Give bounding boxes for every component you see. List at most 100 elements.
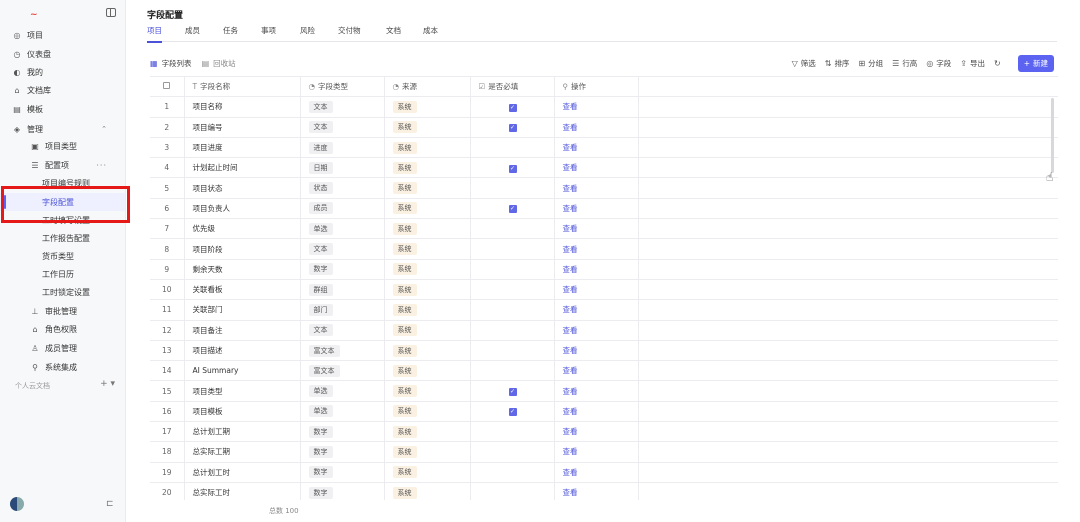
table-row[interactable]: 4 计划起止时间 日期 系统 ✓ 查看: [150, 157, 1058, 179]
personal-docs-add-button[interactable]: + ▾: [100, 379, 115, 389]
tab-item[interactable]: 成本: [423, 25, 438, 42]
checked-checkbox-icon[interactable]: ✓: [508, 124, 517, 133]
column-header-required[interactable]: ☑ 是否必填: [470, 76, 555, 98]
empty-cell: [638, 218, 1058, 240]
table-row[interactable]: 17 总计划工期 数字 系统 查看: [150, 421, 1058, 443]
tab-item[interactable]: 文档: [386, 25, 401, 42]
table-row[interactable]: 18 总实际工期 数字 系统 查看: [150, 441, 1058, 463]
view-link[interactable]: 查看: [563, 163, 578, 172]
sidebar-item[interactable]: ▤ 模板: [0, 100, 125, 118]
more-options-icon[interactable]: ···: [96, 161, 107, 170]
sidebar-item[interactable]: ◷ 仪表盘: [0, 45, 125, 63]
export-button[interactable]: ⇪ 导出: [960, 58, 985, 69]
view-link[interactable]: 查看: [563, 265, 578, 274]
user-avatar[interactable]: [10, 497, 24, 511]
table-row[interactable]: 1 项目名称 文本 系统 ✓ 查看: [150, 96, 1058, 118]
sidebar-item[interactable]: ⊥ 审批管理: [0, 302, 125, 320]
sidebar-item[interactable]: ◈ 管理 ⌃: [0, 120, 125, 138]
recycle-bin-tab[interactable]: ▤ 回收站: [202, 56, 236, 70]
table-row[interactable]: 7 优先级 单选 系统 查看: [150, 218, 1058, 240]
table-row[interactable]: 2 项目编号 文本 系统 ✓ 查看: [150, 117, 1058, 138]
operation-cell: 查看: [554, 238, 639, 260]
view-link[interactable]: 查看: [563, 468, 578, 477]
view-link[interactable]: 查看: [563, 326, 578, 335]
view-link[interactable]: 查看: [563, 143, 578, 152]
column-header-type[interactable]: ◔ 字段类型: [300, 76, 385, 98]
table-row[interactable]: 8 项目阶段 文本 系统 查看: [150, 238, 1058, 260]
table-row[interactable]: 14 AI Summary 富文本 系统 查看: [150, 360, 1058, 382]
view-link[interactable]: 查看: [563, 285, 578, 294]
column-header-name[interactable]: T 字段名称: [184, 76, 301, 98]
checked-checkbox-icon[interactable]: ✓: [508, 164, 517, 173]
sidebar-item[interactable]: ▣ 项目类型: [0, 137, 125, 155]
collapse-sidebar-icon[interactable]: [106, 8, 116, 17]
table-row[interactable]: 15 项目类型 单选 系统 ✓ 查看: [150, 380, 1058, 402]
table-row[interactable]: 6 项目负责人 成员 系统 ✓ 查看: [150, 198, 1058, 220]
sidebar-item[interactable]: 货币类型: [0, 247, 125, 265]
table-row[interactable]: 19 总计划工时 数字 系统 查看: [150, 462, 1058, 483]
sidebar-item[interactable]: ☰ 配置项 ···: [0, 156, 125, 174]
table-row[interactable]: 12 项目备注 文本 系统 查看: [150, 320, 1058, 341]
view-link[interactable]: 查看: [563, 305, 578, 314]
table-row[interactable]: 10 关联看板 群组 系统 查看: [150, 279, 1058, 301]
table-row[interactable]: 9 剩余天数 数字 系统 查看: [150, 259, 1058, 280]
sidebar-item[interactable]: ◎ 项目: [0, 26, 125, 44]
member-icon: ♙: [31, 343, 39, 353]
select-all-checkbox[interactable]: [150, 76, 185, 98]
view-link[interactable]: 查看: [563, 387, 578, 396]
field-type-cell: 状态: [300, 177, 385, 199]
view-link[interactable]: 查看: [563, 123, 578, 132]
column-header-operation[interactable]: ⚲ 操作: [554, 76, 639, 98]
tab-item[interactable]: 成员: [185, 25, 200, 42]
checked-checkbox-icon[interactable]: ✓: [508, 103, 517, 112]
sidebar-item[interactable]: ♙ 成员管理: [0, 339, 125, 357]
table-scrollbar[interactable]: [1051, 98, 1054, 173]
fields-button[interactable]: ◎ 字段: [926, 58, 951, 69]
filter-button[interactable]: ▽ 筛选: [792, 58, 816, 69]
table-row[interactable]: 11 关联部门 部门 系统 查看: [150, 299, 1058, 321]
sidebar-item[interactable]: 工作报告配置: [0, 229, 125, 247]
table-row[interactable]: 3 项目进度 进度 系统 查看: [150, 137, 1058, 159]
notification-icon[interactable]: ⊏: [106, 499, 114, 509]
view-link[interactable]: 查看: [563, 427, 578, 436]
view-link[interactable]: 查看: [563, 204, 578, 213]
sidebar-item-label: 项目: [27, 30, 43, 40]
tab-item[interactable]: 风险: [300, 25, 315, 42]
sidebar-item[interactable]: ⌂ 文档库: [0, 81, 125, 99]
view-link[interactable]: 查看: [563, 245, 578, 254]
chevron-up-icon[interactable]: ⌃: [101, 125, 107, 133]
view-link[interactable]: 查看: [563, 184, 578, 193]
checked-checkbox-icon[interactable]: ✓: [508, 205, 517, 214]
table-row[interactable]: 20 总实际工时 数字 系统 查看: [150, 482, 1058, 500]
sidebar-item[interactable]: 工时锁定设置: [0, 283, 125, 301]
tab-item[interactable]: 交付物: [338, 25, 361, 42]
sidebar-item[interactable]: ⚲ 系统集成: [0, 358, 125, 376]
refresh-button[interactable]: ↻: [994, 59, 1004, 68]
view-link[interactable]: 查看: [563, 224, 578, 233]
view-link[interactable]: 查看: [563, 366, 578, 375]
table-row[interactable]: 13 项目描述 富文本 系统 查看: [150, 340, 1058, 362]
sidebar-item[interactable]: ◐ 我的: [0, 63, 125, 81]
sort-button[interactable]: ⇅ 排序: [825, 58, 850, 69]
view-link[interactable]: 查看: [563, 346, 578, 355]
required-cell: ✓: [470, 401, 555, 423]
empty-cell: [638, 137, 1058, 159]
view-link[interactable]: 查看: [563, 102, 578, 111]
field-list-tab[interactable]: ▦ 字段列表: [150, 56, 192, 70]
view-link[interactable]: 查看: [563, 407, 578, 416]
row-height-button[interactable]: ☰ 行高: [892, 58, 917, 69]
table-row[interactable]: 5 项目状态 状态 系统 查看: [150, 177, 1058, 199]
checked-checkbox-icon[interactable]: ✓: [508, 408, 517, 417]
tab-item[interactable]: 事项: [261, 25, 276, 42]
new-field-button[interactable]: + 新建: [1017, 55, 1054, 72]
view-link[interactable]: 查看: [563, 447, 578, 456]
table-row[interactable]: 16 项目模板 单选 系统 ✓ 查看: [150, 401, 1058, 423]
tab-item[interactable]: 项目: [147, 25, 162, 43]
tab-item[interactable]: 任务: [223, 25, 238, 42]
checked-checkbox-icon[interactable]: ✓: [508, 388, 517, 397]
view-link[interactable]: 查看: [563, 488, 578, 497]
column-header-source[interactable]: ◔ 来源: [384, 76, 471, 98]
sidebar-item[interactable]: ⌂ 角色权限: [0, 320, 125, 338]
group-button[interactable]: ⊞ 分组: [858, 58, 883, 69]
sidebar-item[interactable]: 工作日历: [0, 265, 125, 283]
